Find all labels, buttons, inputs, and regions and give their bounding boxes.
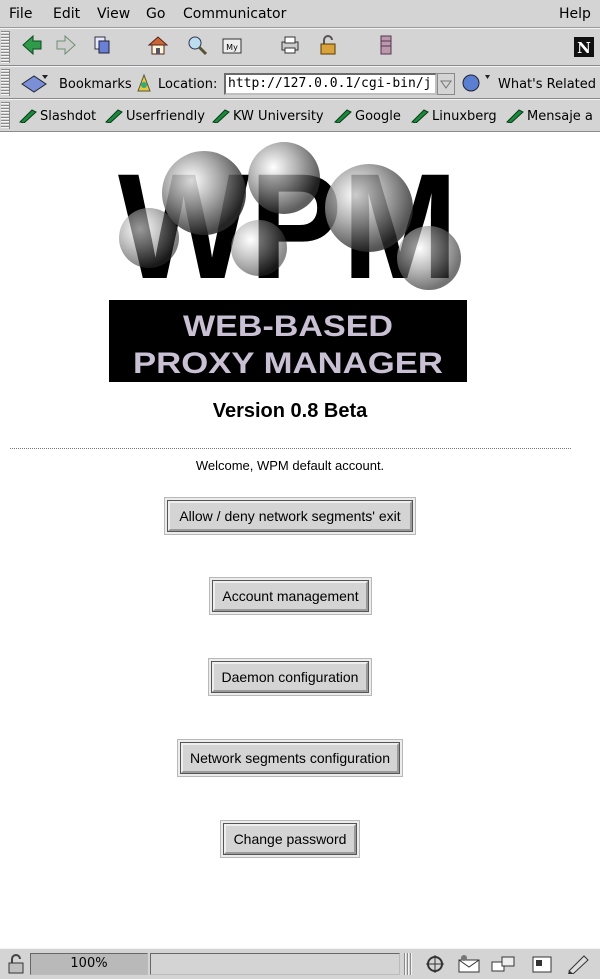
change-password-frame: Change password [220, 820, 360, 858]
bookmark-slashdot[interactable]: Slashdot [19, 109, 96, 124]
daemon-configuration-button[interactable]: Daemon configuration [211, 661, 369, 693]
bookmark-label: Google [355, 109, 401, 124]
divider [10, 448, 571, 449]
location-icon[interactable] [134, 73, 154, 93]
toolbar-grip[interactable] [1, 31, 10, 63]
menu-view[interactable]: View [97, 6, 130, 22]
bookmark-link-icon [506, 109, 524, 124]
logo-line-1: WEB-BASED [183, 310, 393, 343]
svg-text:My: My [226, 43, 238, 52]
svg-text:N: N [577, 39, 591, 57]
bookmark-link-icon [411, 109, 429, 124]
menu-communicator[interactable]: Communicator [183, 6, 286, 22]
bookmark-google[interactable]: Google [334, 109, 401, 124]
welcome-message: Welcome, WPM default account. [195, 458, 385, 473]
mail-icon[interactable] [456, 954, 484, 974]
bookmark-label: KW University [233, 109, 324, 124]
netscape-logo-icon: N [574, 37, 594, 57]
network-segments-configuration-frame: Network segments configuration [177, 739, 403, 777]
component-bar-grip[interactable] [404, 953, 412, 975]
home-icon[interactable] [146, 33, 170, 57]
security-lock-icon[interactable] [5, 954, 27, 974]
stop-icon[interactable] [374, 33, 398, 57]
url-input[interactable]: http://127.0.0.1/cgi-bin/j [224, 73, 437, 95]
navigation-toolbar: My N [0, 28, 600, 66]
print-icon[interactable] [278, 33, 302, 57]
personal-toolbar: Slashdot Userfriendly KW University Goog… [0, 99, 600, 132]
bookmark-kw-university[interactable]: KW University [212, 109, 324, 124]
forward-icon[interactable] [54, 33, 78, 57]
menu-bar: File Edit View Go Communicator Help [0, 0, 600, 28]
bookmark-link-icon [105, 109, 123, 124]
whats-related-icon[interactable] [459, 72, 491, 94]
logo-line-2: PROXY MANAGER [133, 347, 443, 380]
bookmark-link-icon [19, 109, 37, 124]
menu-go[interactable]: Go [146, 6, 165, 22]
menu-file[interactable]: File [9, 6, 32, 22]
bookmark-userfriendly[interactable]: Userfriendly [105, 109, 205, 124]
status-message [150, 953, 400, 975]
version-heading: Version 0.8 Beta [212, 400, 368, 422]
bookmark-link-icon [334, 109, 352, 124]
daemon-configuration-frame: Daemon configuration [208, 658, 372, 696]
search-icon[interactable] [185, 33, 209, 57]
change-password-button[interactable]: Change password [223, 823, 357, 855]
address-book-icon[interactable] [530, 954, 554, 974]
bookmark-label: Mensaje a [527, 109, 593, 124]
back-icon[interactable] [20, 33, 44, 57]
account-management-button[interactable]: Account management [212, 580, 369, 612]
toolbar-grip[interactable] [1, 69, 10, 96]
allow-deny-segments-button[interactable]: Allow / deny network segments' exit [167, 500, 413, 532]
bookmark-link-icon [212, 109, 230, 124]
bookmark-mensaje[interactable]: Mensaje a [506, 109, 593, 124]
url-dropdown-icon[interactable] [437, 73, 455, 95]
newsgroups-icon[interactable] [490, 954, 518, 974]
bookmark-label: Userfriendly [126, 109, 205, 124]
composer-icon[interactable] [566, 954, 592, 974]
bookmark-label: Linuxberg [432, 109, 497, 124]
menu-help[interactable]: Help [559, 6, 591, 22]
bookmarks-icon[interactable] [20, 72, 50, 94]
whats-related-label[interactable]: What's Related [498, 77, 596, 92]
status-bar: 100% [0, 948, 600, 979]
reload-icon[interactable] [90, 33, 114, 57]
wpm-logo: WPM WEB-BASED PROXY MANAGER [109, 138, 467, 382]
navigator-icon[interactable] [424, 954, 446, 974]
my-netscape-icon[interactable]: My [220, 33, 244, 57]
progress-indicator: 100% [30, 953, 148, 975]
account-management-frame: Account management [209, 577, 372, 615]
location-label: Location: [158, 77, 218, 92]
bookmark-label: Slashdot [40, 109, 97, 124]
network-segments-configuration-button[interactable]: Network segments configuration [180, 742, 400, 774]
security-icon[interactable] [316, 33, 340, 57]
allow-deny-segments-frame: Allow / deny network segments' exit [164, 497, 416, 535]
location-toolbar: Bookmarks Location: http://127.0.0.1/cgi… [0, 66, 600, 99]
menu-edit[interactable]: Edit [53, 6, 80, 22]
toolbar-grip[interactable] [1, 102, 10, 129]
bookmarks-label[interactable]: Bookmarks [59, 77, 132, 92]
bookmark-linuxberg[interactable]: Linuxberg [411, 109, 497, 124]
progress-text: 100% [70, 956, 108, 971]
